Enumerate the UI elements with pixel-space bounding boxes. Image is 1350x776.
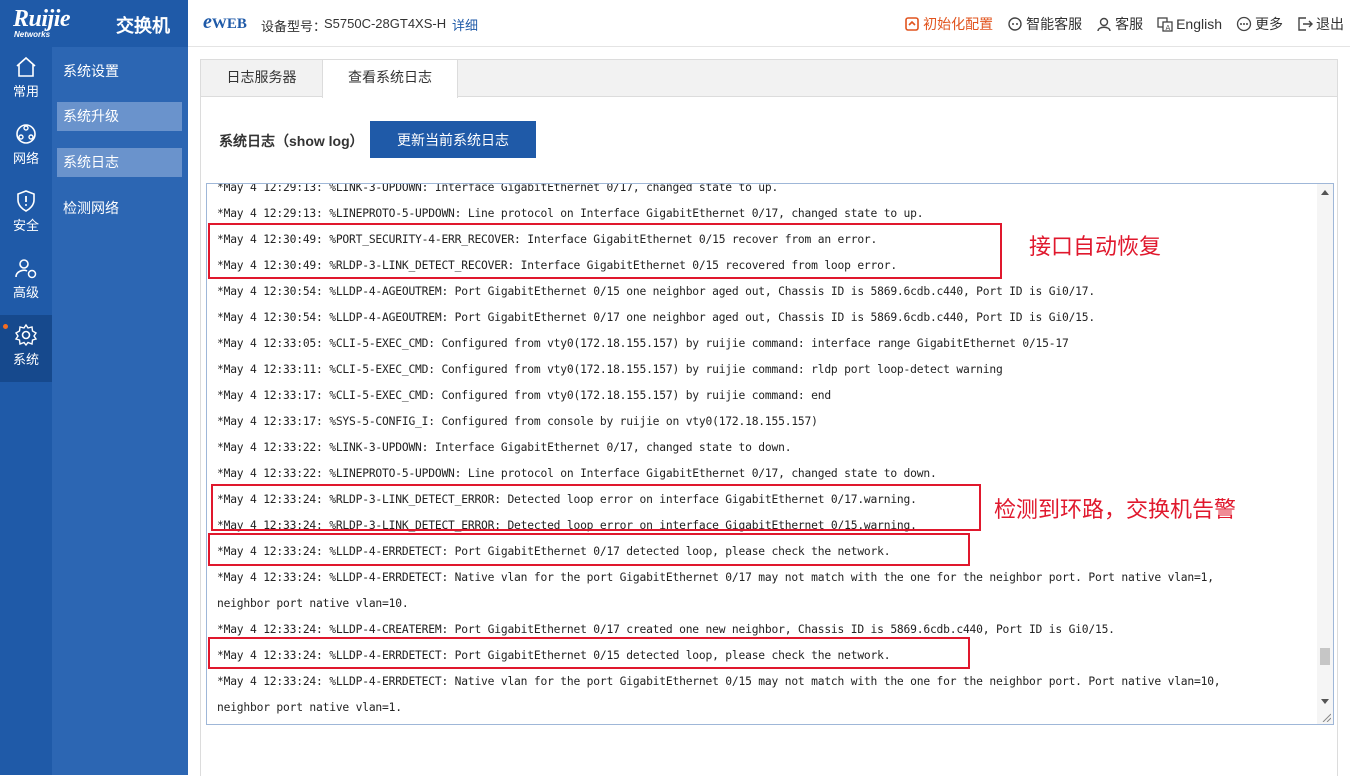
home-icon: [16, 56, 36, 77]
resize-grip-icon[interactable]: [1321, 712, 1331, 722]
logo-area: Ruijie Networks 交换机: [0, 0, 188, 47]
device-model-value: S5750C-28GT4XS-H: [324, 16, 447, 31]
robot-icon: [1008, 17, 1022, 31]
user-gear-icon: [15, 259, 37, 279]
support-link[interactable]: 客服: [1096, 14, 1143, 34]
log-line: *May 4 12:33:17: %SYS-5-CONFIG_I: Config…: [217, 415, 818, 428]
main-nav-rail: 常用 网络 安全 高级 系统: [0, 47, 52, 775]
tab-bar: 日志服务器 查看系统日志: [200, 59, 1338, 98]
rail-item-common[interactable]: 常用: [0, 47, 52, 114]
shield-icon: [17, 190, 35, 212]
product-title: 交换机: [116, 16, 170, 36]
scroll-thumb[interactable]: [1320, 648, 1330, 665]
log-line: *May 4 12:33:05: %CLI-5-EXEC_CMD: Config…: [217, 337, 1069, 350]
annotation-loop-alarm-text: 检测到环路，交换机告警: [994, 498, 1237, 523]
system-log-label: 系统日志（show log）: [219, 133, 364, 149]
annotation-box-errdetect-15: [208, 637, 970, 669]
rail-item-network[interactable]: 网络: [0, 114, 52, 181]
language-link[interactable]: A English: [1157, 14, 1222, 34]
refresh-log-button[interactable]: 更新当前系统日志: [370, 121, 536, 158]
rail-item-security[interactable]: 安全: [0, 181, 52, 248]
person-icon: [1097, 17, 1111, 32]
scroll-up-arrow-icon[interactable]: [1321, 190, 1329, 195]
top-bar: Ruijie Networks 交换机 eWEB 设备型号： S5750C-28…: [0, 0, 1350, 47]
log-line: *May 4 12:33:22: %LINK-3-UPDOWN: Interfa…: [217, 441, 792, 454]
log-line: *May 4 12:30:54: %LLDP-4-AGEOUTREM: Port…: [217, 285, 1095, 298]
more-icon: [1236, 16, 1252, 32]
log-line: *May 4 12:33:24: %LLDP-4-ERRDETECT: Nati…: [217, 571, 1214, 584]
log-line: *May 4 12:33:24: %LLDP-4-ERRDETECT: Nati…: [217, 675, 1221, 688]
logout-icon: [1298, 17, 1313, 31]
brand-logo: Ruijie: [13, 6, 71, 32]
gear-icon: [14, 323, 38, 347]
svg-text:A: A: [1166, 24, 1171, 32]
log-line: *May 4 12:30:54: %LLDP-4-AGEOUTREM: Port…: [217, 311, 1095, 324]
device-detail-link[interactable]: 详细: [452, 15, 478, 34]
log-line: *May 4 12:33:11: %CLI-5-EXEC_CMD: Config…: [217, 363, 1003, 376]
annotation-box-recover: [208, 223, 1002, 279]
submenu-item-system-log[interactable]: 系统日志: [57, 148, 182, 177]
scroll-down-arrow-icon[interactable]: [1321, 699, 1329, 704]
annotation-box-errdetect-17: [208, 533, 970, 566]
rail-item-advanced[interactable]: 高级: [0, 248, 52, 315]
device-model-label: 设备型号：: [261, 19, 327, 34]
tab-log-server[interactable]: 日志服务器: [201, 60, 322, 97]
more-link[interactable]: 更多: [1236, 14, 1283, 34]
annotation-recover-text: 接口自动恢复: [1029, 235, 1162, 260]
log-scrollbar[interactable]: [1317, 184, 1333, 724]
eweb-logo: eWEB: [203, 11, 247, 33]
log-line: *May 4 12:29:13: %LINK-3-UPDOWN: Interfa…: [217, 183, 779, 194]
log-line: neighbor port native vlan=1.: [217, 701, 402, 714]
log-line: neighbor port native vlan=10.: [217, 597, 409, 610]
log-line: *May 4 12:33:17: %CLI-5-EXEC_CMD: Config…: [217, 389, 831, 402]
logout-link[interactable]: 退出: [1297, 14, 1344, 34]
smart-support-link[interactable]: 智能客服: [1007, 14, 1082, 34]
active-indicator-dot: [3, 324, 8, 329]
submenu-item-system-upgrade[interactable]: 系统升级: [57, 102, 182, 131]
submenu: 系统设置 系统升级 系统日志 检测网络: [52, 47, 188, 775]
top-links: 初始化配置 智能客服 客服 A English 更多 退出: [904, 14, 1344, 34]
log-panel: 系统日志（show log） 更新当前系统日志 *May 4 12:29:13:…: [200, 96, 1338, 776]
tab-view-system-log[interactable]: 查看系统日志: [322, 59, 458, 98]
brand-sub: Networks: [14, 30, 51, 39]
annotation-box-loop-error: [211, 484, 981, 531]
init-config-link[interactable]: 初始化配置: [904, 14, 993, 34]
reset-icon: [905, 17, 919, 31]
language-icon: A: [1157, 17, 1173, 32]
network-icon: [16, 124, 36, 144]
